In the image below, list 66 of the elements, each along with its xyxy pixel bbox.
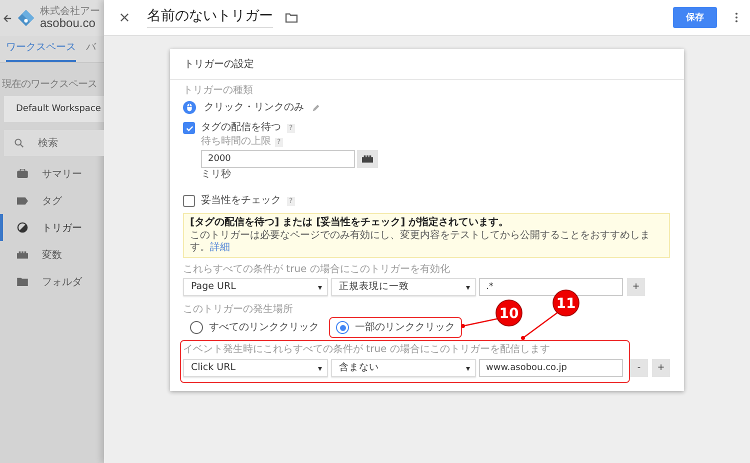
operator-dropdown[interactable]: 含まない bbox=[331, 359, 476, 377]
caret-icon bbox=[466, 367, 470, 371]
folder-icon[interactable] bbox=[285, 12, 298, 22]
caret-icon bbox=[318, 367, 322, 371]
details-link[interactable]: 詳細 bbox=[210, 242, 230, 253]
field-label: 待ち時間の上限 bbox=[201, 136, 271, 148]
more-icon[interactable] bbox=[735, 12, 738, 23]
trigger-icon bbox=[17, 222, 28, 233]
notice-title: [タグの配信を待つ] または [妥当性をチェック] が指定されています。 bbox=[190, 217, 510, 229]
callout-badge: 11 bbox=[552, 290, 580, 316]
trigger-type: クリック・リンクのみ bbox=[204, 102, 304, 114]
checkbox-label: タグの配信を待つ bbox=[201, 122, 281, 134]
condition-button[interactable]: + bbox=[627, 278, 645, 296]
workspace-selector[interactable]: Default Workspace bbox=[4, 96, 104, 122]
workspace-label: 現在のワークスペース bbox=[1, 78, 98, 91]
radio-button[interactable] bbox=[336, 321, 349, 334]
field-label: このトリガーの発生場所 bbox=[183, 304, 293, 316]
checkbox-label: 妥当性をチェック bbox=[201, 195, 281, 207]
field-label: イベント発生時にこれらすべての条件が true の場合にこのトリガーを配信します bbox=[183, 344, 550, 356]
radio-button[interactable] bbox=[190, 321, 203, 334]
tag-icon bbox=[17, 196, 28, 204]
folder-icon bbox=[17, 277, 28, 286]
block-icon bbox=[362, 155, 373, 163]
nav-item[interactable]: サマリー bbox=[0, 160, 104, 187]
radio-label: 一部のリンククリック bbox=[355, 322, 455, 334]
account-name: asobou.co bbox=[40, 16, 96, 30]
mouse-icon bbox=[183, 101, 196, 114]
card-title: トリガーの設定 bbox=[184, 58, 254, 71]
nav-item[interactable]: タグ bbox=[0, 187, 104, 214]
company-name: 株式会社アー bbox=[40, 6, 100, 17]
trigger-name-field[interactable]: 名前のないトリガー bbox=[147, 7, 273, 28]
condition-button[interactable]: - bbox=[630, 359, 648, 377]
condition-button[interactable]: + bbox=[652, 359, 670, 377]
checkbox[interactable] bbox=[183, 195, 195, 207]
nav-item[interactable]: フォルダ bbox=[0, 268, 104, 295]
check-icon bbox=[184, 124, 194, 132]
radio-label: すべてのリンククリック bbox=[209, 322, 319, 334]
nav-label: サマリー bbox=[42, 168, 82, 180]
unit-label: ミリ秒 bbox=[201, 169, 231, 181]
notice-text: このトリガーは必要なページでのみ有効にし、変更内容をテストしてから公開することをおすすめします。詳細 bbox=[190, 230, 651, 254]
operator-dropdown[interactable]: 正規表現に一致 bbox=[331, 278, 476, 296]
checkbox[interactable] bbox=[183, 122, 195, 134]
nav-item[interactable]: 変数 bbox=[0, 241, 104, 268]
caret-icon bbox=[466, 286, 470, 290]
nav-label: トリガー bbox=[42, 222, 82, 234]
save-button[interactable]: 保存 bbox=[673, 7, 717, 28]
briefcase-icon bbox=[17, 169, 28, 178]
nav-label: 変数 bbox=[42, 248, 62, 262]
value-field[interactable]: www.asobou.co.jp bbox=[479, 359, 623, 377]
logo-icon bbox=[17, 9, 35, 27]
value-field[interactable]: .* bbox=[479, 278, 623, 296]
back-icon[interactable] bbox=[3, 14, 12, 22]
field-label: これらすべての条件が true の場合にこのトリガーを有効化 bbox=[183, 264, 450, 276]
nav-label: フォルダ bbox=[42, 276, 82, 288]
search-icon bbox=[14, 138, 24, 148]
variable-picker-button[interactable] bbox=[357, 150, 378, 168]
nav-label: タグ bbox=[42, 194, 62, 208]
field-label: トリガーの種類 bbox=[183, 85, 253, 97]
close-icon[interactable] bbox=[120, 13, 129, 22]
callout-badge: 10 bbox=[496, 300, 522, 326]
variable-dropdown[interactable]: Click URL bbox=[183, 359, 328, 377]
wait-time-field[interactable]: 2000 bbox=[201, 150, 355, 168]
search-field[interactable]: 検索 bbox=[4, 130, 104, 156]
caret-icon bbox=[318, 286, 322, 290]
variable-dropdown[interactable]: Page URL bbox=[183, 278, 328, 296]
block-icon bbox=[17, 250, 28, 258]
